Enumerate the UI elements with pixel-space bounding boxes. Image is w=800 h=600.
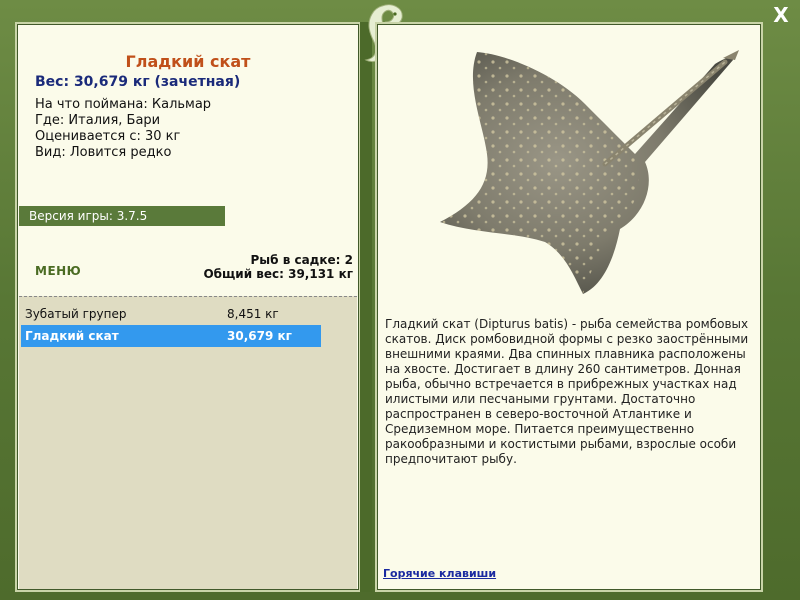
keepnet-count: Рыб в садке: 2	[250, 253, 354, 267]
fish-bait: На что поймана: Кальмар	[35, 97, 212, 112]
fish-details: На что поймана: Кальмар Где: Италия, Бар…	[35, 97, 211, 161]
fish-info-panel: Гладкий скат Вес: 30,679 кг (зачетная) Н…	[15, 22, 361, 592]
menu-button[interactable]: МЕНЮ	[35, 264, 81, 278]
description-panel: Гладкий скат (Dipturus batis) - рыба сем…	[375, 22, 763, 592]
fish-kind: Вид: Ловится редко	[35, 145, 172, 160]
catch-item-weight: 8,451 кг	[227, 307, 279, 321]
catch-item-name: Гладкий скат	[25, 329, 119, 343]
hotkeys-link[interactable]: Горячие клавиши	[383, 567, 496, 580]
game-version: Версия игры: 3.7.5	[19, 206, 225, 226]
keepnet-total-weight: Общий вес: 39,131 кг	[203, 267, 353, 281]
catch-list-item[interactable]: Зубатый групер 8,451 кг	[21, 303, 321, 325]
catch-list-item-selected[interactable]: Гладкий скат 30,679 кг	[21, 325, 321, 347]
keepnet-summary: Рыб в садке: 2 Общий вес: 39,131 кг	[203, 253, 353, 281]
fish-description: Гладкий скат (Dipturus batis) - рыба сем…	[385, 317, 749, 466]
catch-item-weight: 30,679 кг	[227, 329, 292, 343]
panel-divider	[360, 22, 372, 592]
fish-title: Гладкий скат	[125, 52, 251, 71]
catch-item-name: Зубатый групер	[25, 307, 127, 321]
close-button[interactable]: X	[770, 4, 792, 26]
fish-weight: Вес: 30,679 кг (зачетная)	[35, 74, 241, 90]
catch-list: Зубатый групер 8,451 кг Гладкий скат 30,…	[19, 296, 357, 589]
skate-fish-image	[440, 50, 739, 294]
fish-valued-from: Оценивается с: 30 кг	[35, 129, 181, 144]
fish-location: Где: Италия, Бари	[35, 113, 161, 128]
